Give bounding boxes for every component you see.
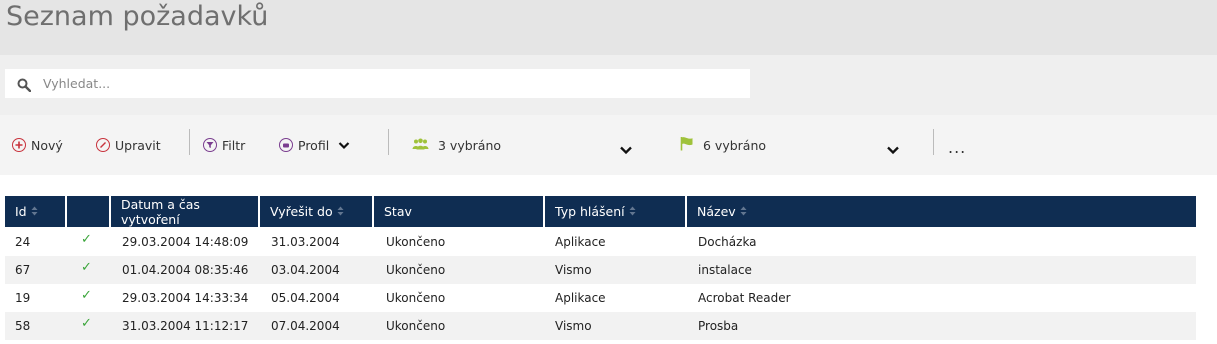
column-header-type[interactable]: Typ hlášení [545, 196, 685, 227]
cell-id: 67 [15, 263, 31, 277]
edit-button[interactable]: Upravit [96, 135, 161, 155]
cell-state: Ukončeno [386, 263, 446, 277]
filter-button-label: Filtr [222, 137, 246, 153]
cell-type: Aplikace [555, 291, 606, 305]
cell-due: 07.04.2004 [271, 319, 340, 333]
group-select-value: 3 vybráno [438, 137, 502, 153]
filter-button[interactable]: Filtr [203, 135, 245, 155]
sort-icon [337, 204, 344, 219]
cell-due: 05.04.2004 [271, 291, 340, 305]
new-button-label: Nový [31, 137, 63, 153]
cell-name: Prosba [698, 319, 739, 333]
filter-icon [203, 138, 217, 152]
toolbar-divider [933, 129, 934, 155]
sort-icon [31, 204, 38, 219]
profile-icon [279, 138, 293, 152]
column-header-label: Název [697, 204, 736, 219]
group-select[interactable]: 3 vybráno [412, 135, 501, 155]
column-header-label: Id [15, 204, 27, 219]
cell-state: Ukončeno [386, 319, 446, 333]
table-row[interactable]: 67 ✓ 01.04.2004 08:35:46 03.04.2004 Ukon… [5, 256, 1196, 284]
check-icon: ✓ [81, 288, 92, 303]
sort-icon [629, 204, 636, 219]
column-header-label: Stav [384, 204, 412, 219]
page-header: Seznam požadavků [0, 0, 1217, 55]
search-input[interactable] [43, 69, 743, 98]
flag-select-value: 6 vybráno [703, 137, 767, 153]
cell-created: 01.04.2004 08:35:46 [122, 263, 249, 277]
cell-created: 31.03.2004 11:12:17 [122, 319, 249, 333]
profile-dropdown[interactable]: Profil [279, 135, 350, 155]
toolbar-divider [388, 129, 389, 155]
cell-state: Ukončeno [386, 291, 446, 305]
cell-state: Ukončeno [386, 235, 446, 249]
cell-due: 03.04.2004 [271, 263, 340, 277]
chevron-down-icon [338, 138, 350, 153]
column-header-state[interactable]: Stav [374, 196, 543, 227]
edit-button-label: Upravit [115, 137, 161, 153]
cell-type: Vismo [555, 319, 592, 333]
chevron-down-icon[interactable] [886, 140, 900, 159]
flag-icon [680, 136, 694, 154]
chevron-down-icon[interactable] [619, 140, 633, 159]
new-button[interactable]: Nový [12, 135, 63, 155]
cell-type: Vismo [555, 263, 592, 277]
group-users-icon [412, 138, 429, 153]
toolbar-divider [189, 129, 190, 155]
page-title: Seznam požadavků [6, 1, 269, 32]
check-icon: ✓ [81, 232, 92, 247]
check-icon: ✓ [81, 260, 92, 275]
toolbar: Nový Upravit Filtr Profil 3 vybráno 6 vy… [0, 115, 1217, 175]
table-row[interactable]: 58 ✓ 31.03.2004 11:12:17 07.04.2004 Ukon… [5, 312, 1196, 340]
column-header-due[interactable]: Vyřešit do [260, 196, 372, 227]
sort-icon [740, 204, 747, 219]
plus-icon [12, 138, 26, 152]
check-icon: ✓ [81, 316, 92, 331]
search-icon [17, 77, 32, 96]
cell-created: 29.03.2004 14:33:34 [122, 291, 249, 305]
cell-due: 31.03.2004 [271, 235, 340, 249]
column-header-id[interactable]: Id [5, 196, 65, 227]
column-header-label: Typ hlášení [555, 204, 625, 219]
column-header-created[interactable]: Datum a čas vytvoření [111, 196, 258, 227]
profile-button-label: Profil [298, 137, 330, 153]
column-header-name[interactable]: Název [687, 196, 1196, 227]
cell-id: 24 [15, 235, 31, 249]
column-header-label: Datum a čas vytvoření [121, 196, 200, 227]
cell-name: instalace [698, 263, 752, 277]
flag-select[interactable]: 6 vybráno [680, 135, 766, 155]
column-header-label: Vyřešit do [270, 204, 333, 219]
more-options-button[interactable]: ... [948, 138, 966, 157]
column-header-status-check [67, 196, 109, 227]
cell-type: Aplikace [555, 235, 606, 249]
cell-name: Acrobat Reader [698, 291, 791, 305]
search-bar [0, 55, 1217, 115]
search-box[interactable] [5, 69, 750, 98]
cell-id: 58 [15, 319, 31, 333]
cell-created: 29.03.2004 14:48:09 [122, 235, 249, 249]
cell-name: Docházka [698, 235, 757, 249]
table-row[interactable]: 24 ✓ 29.03.2004 14:48:09 31.03.2004 Ukon… [5, 228, 1196, 256]
cell-id: 19 [15, 291, 31, 305]
table-row[interactable]: 19 ✓ 29.03.2004 14:33:34 05.04.2004 Ukon… [5, 284, 1196, 312]
pencil-icon [96, 138, 110, 152]
